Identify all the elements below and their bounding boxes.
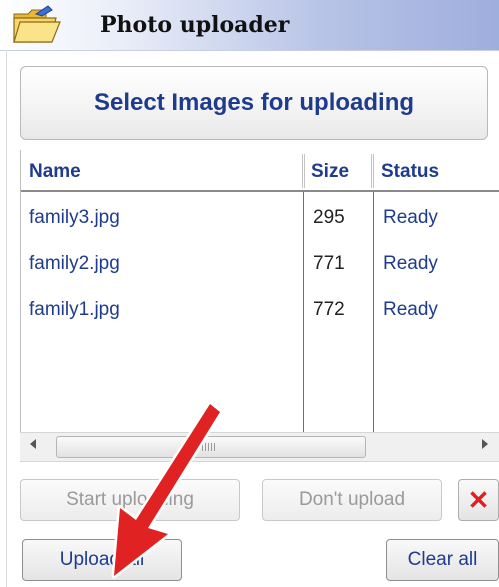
- column-header-name[interactable]: Name: [21, 150, 303, 192]
- file-name: family3.jpg: [29, 207, 120, 228]
- file-status: Ready: [383, 299, 438, 320]
- window-title: Photo uploader: [100, 12, 290, 38]
- file-row[interactable]: family2.jpg 771 Ready: [21, 242, 499, 288]
- clear-all-button[interactable]: Clear all: [386, 539, 499, 581]
- file-list-header: Name Size Status: [21, 150, 499, 192]
- scroll-right-icon[interactable]: [482, 439, 488, 449]
- file-row[interactable]: family1.jpg 772 Ready: [21, 288, 499, 334]
- close-icon: ✕: [467, 484, 490, 515]
- start-uploading-button[interactable]: Start uploading: [20, 479, 240, 521]
- grip-icon: [202, 443, 216, 451]
- file-status: Ready: [383, 207, 438, 228]
- horizontal-scrollbar[interactable]: [20, 432, 499, 462]
- file-name: family2.jpg: [29, 253, 120, 274]
- title-bar: Photo uploader: [0, 0, 499, 51]
- file-row[interactable]: family3.jpg 295 Ready: [21, 196, 499, 242]
- folder-open-icon: [13, 5, 61, 43]
- scrollbar-thumb[interactable]: [56, 436, 366, 458]
- column-header-size[interactable]: Size: [303, 150, 373, 192]
- column-header-status[interactable]: Status: [373, 150, 499, 192]
- file-size: 772: [313, 299, 345, 320]
- file-status: Ready: [383, 253, 438, 274]
- file-rows: family3.jpg 295 Ready family2.jpg 771 Re…: [21, 196, 499, 334]
- file-list: Name Size Status family3.jpg 295 Ready f…: [20, 150, 499, 460]
- upload-all-button[interactable]: Upload all: [22, 539, 182, 581]
- select-images-button[interactable]: Select Images for uploading: [20, 66, 488, 140]
- scroll-left-icon[interactable]: [30, 439, 36, 449]
- file-size: 771: [313, 253, 345, 274]
- remove-button[interactable]: ✕: [458, 479, 499, 521]
- file-size: 295: [313, 207, 345, 228]
- panel-border: [6, 50, 7, 587]
- file-name: family1.jpg: [29, 299, 120, 320]
- dont-upload-button[interactable]: Don't upload: [262, 479, 442, 521]
